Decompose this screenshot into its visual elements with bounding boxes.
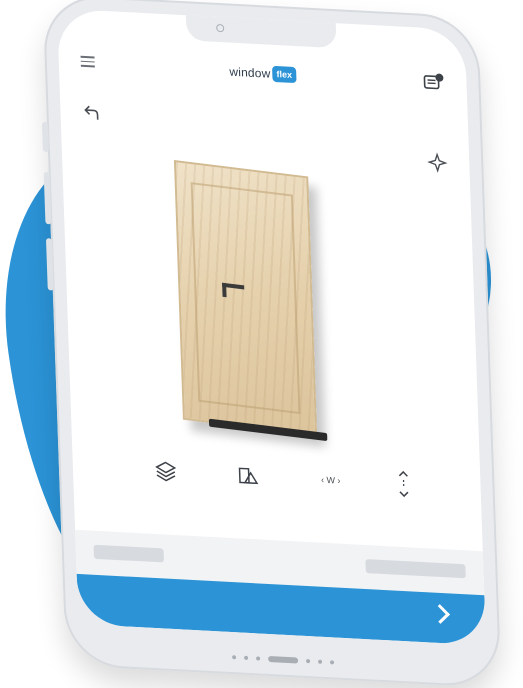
sparkle-icon[interactable] — [427, 152, 448, 173]
height-icon — [394, 468, 413, 499]
logo-badge: flex — [272, 66, 296, 83]
layers-icon — [153, 459, 178, 484]
app-header: window flex — [58, 45, 467, 111]
camera-icon — [216, 24, 224, 32]
back-icon[interactable] — [82, 102, 103, 123]
tool-shapes[interactable] — [232, 460, 263, 492]
next-arrow-icon — [430, 604, 450, 624]
width-icon: ‹ W › — [321, 475, 341, 486]
price-placeholder-right — [365, 559, 465, 578]
door-image — [174, 160, 317, 436]
side-button-silent — [42, 122, 49, 152]
charging-port — [268, 656, 298, 664]
door-panel — [191, 182, 301, 414]
configurator-toolbar: ‹ W › — [72, 452, 481, 514]
app-logo: window flex — [229, 64, 296, 84]
tool-width[interactable]: ‹ W › — [308, 464, 353, 496]
shapes-icon — [235, 463, 260, 488]
price-placeholder-left — [94, 545, 164, 563]
logo-word: window — [229, 65, 271, 81]
phone-screen: window flex — [57, 8, 486, 645]
phone-mockup: window flex — [42, 0, 501, 688]
menu-icon[interactable] — [81, 56, 95, 67]
door-preview — [174, 165, 333, 444]
tool-height[interactable] — [388, 468, 419, 500]
cart-icon[interactable] — [422, 72, 445, 93]
tool-layers[interactable] — [150, 456, 181, 488]
